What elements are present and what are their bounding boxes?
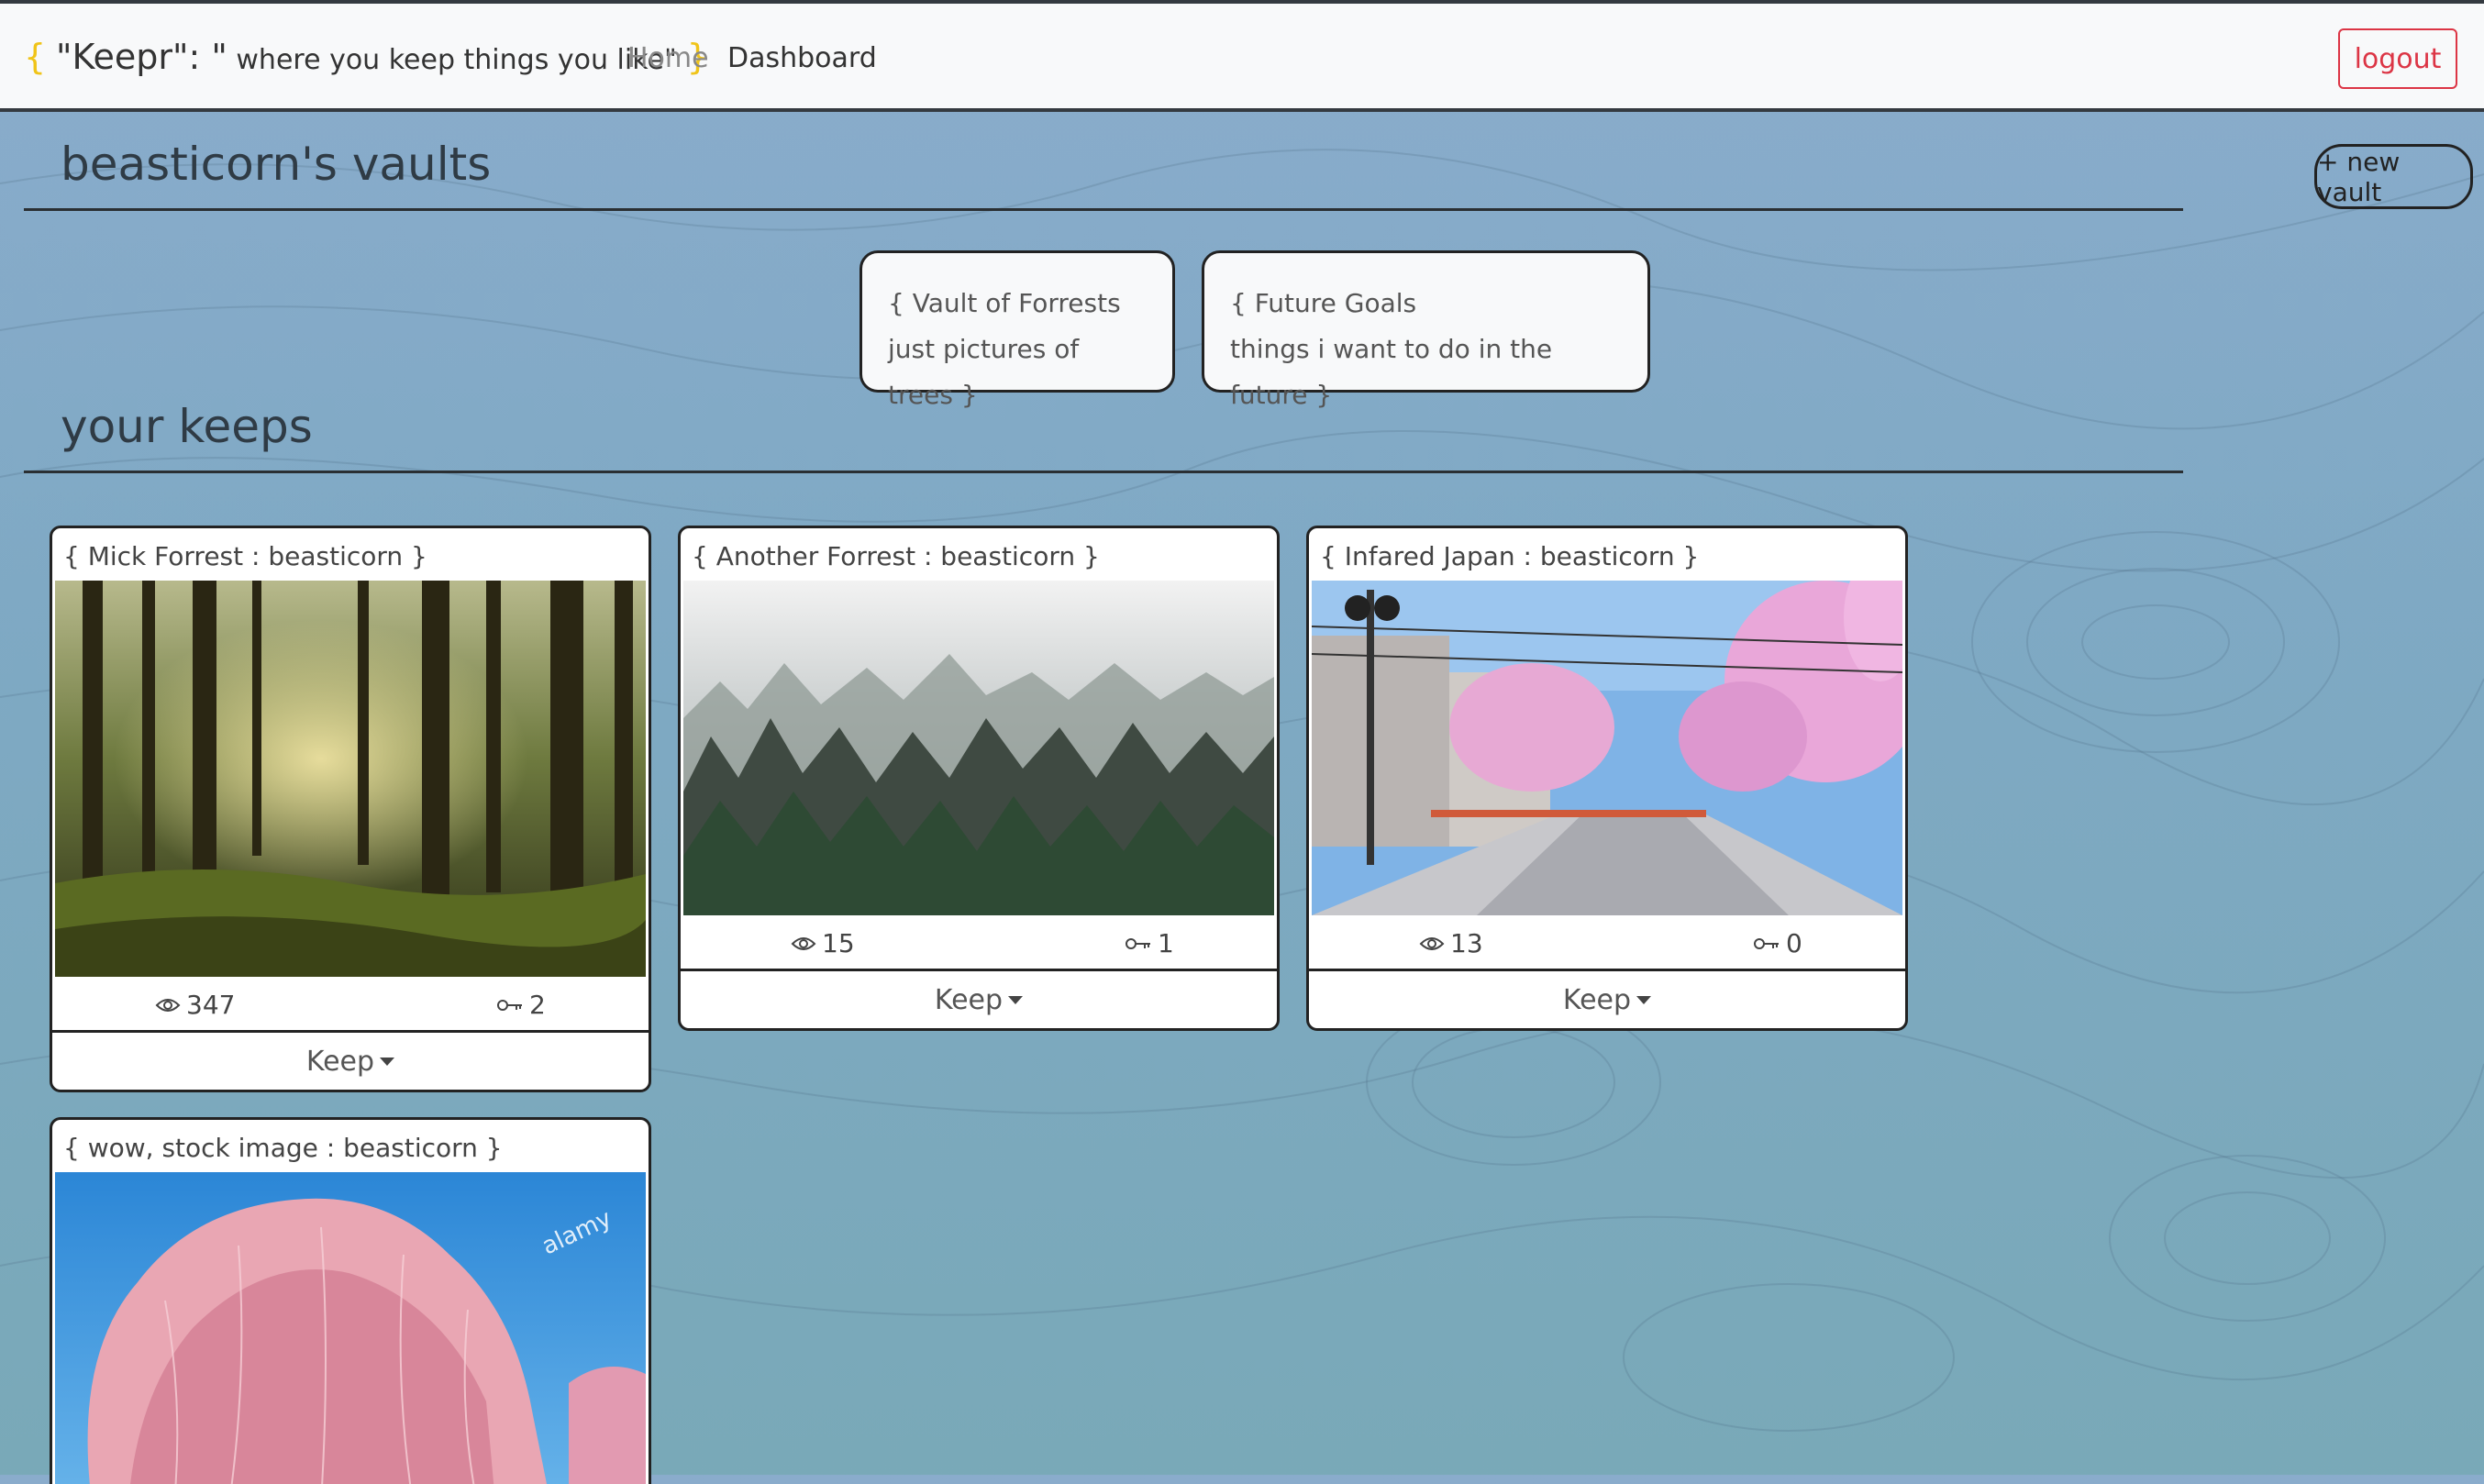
key-icon [1754,937,1779,949]
vaults-title: beasticorn's vaults [61,138,492,191]
vaults-divider [24,208,2183,211]
keep-card[interactable]: { Mick Forrest : beasticorn } 347 2 Keep [50,526,651,1092]
vault-description: things i want to do in the future } [1230,334,1553,410]
keep-stats: 347 2 [52,977,649,1030]
views-count: 15 [791,928,855,958]
views-value: 347 [186,990,236,1020]
brand-name: "Keepr": " [56,37,227,77]
brand-tagline: where you keep things you like" [227,44,677,76]
keeps-value: 0 [1786,928,1802,958]
keep-title: { wow, stock image : beasticorn } [63,1133,503,1163]
logout-button[interactable]: logout [2338,28,2457,89]
keep-button-label: Keep [305,1045,375,1078]
keep-dropdown-button[interactable]: Keep [1309,969,1905,1028]
caret-down-icon [380,1057,395,1066]
key-icon [497,999,522,1011]
keep-title: { Mick Forrest : beasticorn } [63,541,427,571]
brand-open-brace: { [24,37,47,77]
keep-button-label: Keep [934,983,1004,1016]
nav-home-link[interactable]: Home [627,42,709,74]
caret-down-icon [1636,995,1652,1004]
navbar: { "Keepr": " where you keep things you l… [0,0,2484,112]
vault-card[interactable]: { Future Goals things i want to do in th… [1202,250,1650,410]
keep-button-label: Keep [1562,983,1632,1016]
keep-stats: 13 0 [1309,915,1905,969]
keep-image-forest[interactable] [55,581,646,977]
keep-image-misty-forest[interactable] [683,581,1274,915]
key-icon [1126,937,1150,949]
keeps-count: 0 [1753,928,1802,958]
vault-name: { Vault of Forrests [888,288,1121,318]
eye-icon [1419,936,1445,950]
new-vault-button[interactable]: + new vault [2314,144,2473,209]
keep-image-infrared-japan[interactable] [1312,581,1902,915]
keep-stats: 15 1 [681,915,1277,969]
nav-dashboard-link[interactable]: Dashboard [727,42,877,74]
keep-card[interactable]: { wow, stock image : beasticorn } alamy [50,1117,651,1484]
vault-name: { Future Goals [1230,288,1417,318]
keep-image-pink-tree[interactable] [55,1172,646,1484]
keeps-count: 2 [496,990,546,1020]
keeps-value: 1 [1158,928,1174,958]
eye-icon [155,998,181,1012]
keep-card[interactable]: { Infared Japan : beasticorn } 13 0 Keep [1306,526,1908,1031]
views-count: 347 [155,990,235,1020]
eye-icon [791,936,816,950]
keep-dropdown-button[interactable]: Keep [681,969,1277,1028]
keeps-divider [24,471,2183,473]
caret-down-icon [1008,995,1024,1004]
views-value: 15 [822,928,855,958]
keep-title: { Another Forrest : beasticorn } [692,541,1100,571]
keep-title: { Infared Japan : beasticorn } [1320,541,1700,571]
vault-card[interactable]: { Vault of Forrests just pictures of tre… [859,250,1175,410]
views-value: 13 [1450,928,1483,958]
keeps-value: 2 [529,990,546,1020]
vault-description: just pictures of trees } [888,334,1080,410]
brand-logo[interactable]: { "Keepr": " where you keep things you l… [24,37,709,77]
keep-dropdown-button[interactable]: Keep [52,1030,649,1090]
keeps-count: 1 [1125,928,1174,958]
keep-card[interactable]: { Another Forrest : beasticorn } 15 1 Ke… [678,526,1280,1031]
views-count: 13 [1419,928,1483,958]
keeps-title: your keeps [61,400,313,453]
